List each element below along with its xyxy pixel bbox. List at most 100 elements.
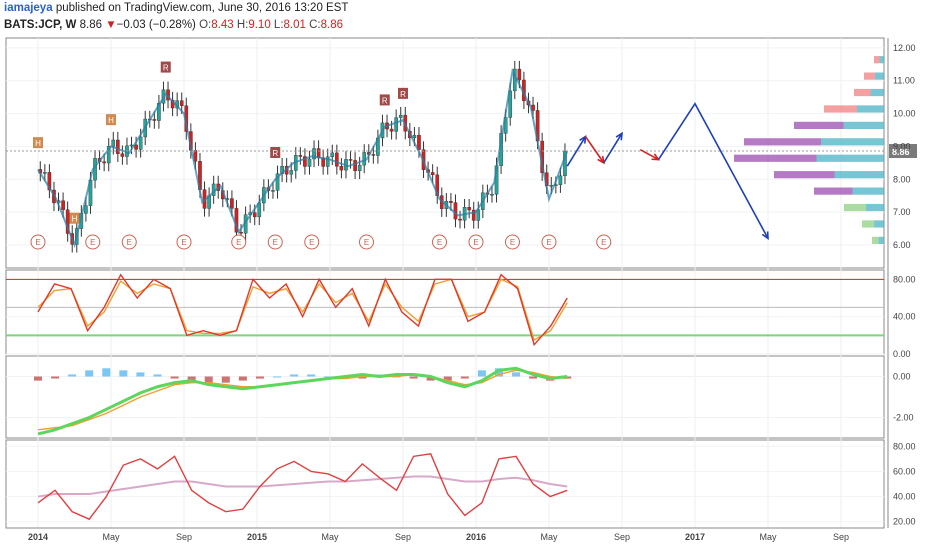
macd-histogram-bar <box>34 376 42 381</box>
volume-profile-bar <box>824 105 857 113</box>
earnings-marker-label: E <box>309 238 314 247</box>
earnings-marker-label: E <box>546 238 551 247</box>
signal-marker-label: R <box>163 64 169 73</box>
volume-profile-bar <box>774 171 835 179</box>
candle-body <box>394 117 398 132</box>
macd-histogram-bar <box>409 376 418 379</box>
pane-frame-price <box>5 37 885 269</box>
x-tick-label: 2014 <box>28 532 48 542</box>
pane-frame-osc <box>5 439 885 529</box>
candle-body <box>490 194 494 196</box>
volume-profile-bar <box>874 56 880 64</box>
earnings-marker-label: E <box>236 238 241 247</box>
volume-profile-bar <box>870 88 884 97</box>
volume-profile-bar <box>794 121 844 129</box>
volume-profile-bar <box>878 236 884 244</box>
y-tick-label: 8.00 <box>893 174 911 184</box>
earnings-marker-label: E <box>601 238 606 247</box>
y-tick-label: 10.00 <box>893 109 916 119</box>
candle-body <box>111 139 116 147</box>
candle-body <box>398 114 403 118</box>
x-tick-label: 2016 <box>466 532 486 542</box>
volume-profile-bar <box>816 154 884 162</box>
x-tick-label: 2015 <box>247 532 267 542</box>
y-tick-label: 7.00 <box>893 207 911 217</box>
volume-profile-bar <box>821 138 884 146</box>
candle-body <box>152 119 157 121</box>
candle-body <box>339 166 344 171</box>
volume-profile-bar <box>864 72 875 80</box>
volume-profile-bar <box>734 154 817 162</box>
y-tick-label: 12.00 <box>893 43 916 53</box>
candle-body <box>298 155 303 157</box>
candle-body <box>449 200 453 203</box>
x-tick-label: May <box>102 532 120 542</box>
signal-marker-label: H <box>108 116 114 125</box>
x-tick-label: 2017 <box>685 532 705 542</box>
macd-histogram-bar <box>290 374 299 377</box>
y-tick-label: 6.00 <box>893 240 911 250</box>
candle-body <box>371 154 376 156</box>
signal-marker-label: R <box>272 149 278 158</box>
macd-histogram-bar <box>153 374 162 377</box>
macd-histogram-bar <box>273 376 282 378</box>
y-tick-label: 60.00 <box>893 466 916 476</box>
signal-marker-label: R <box>400 90 406 99</box>
candle-body <box>120 153 125 157</box>
volume-profile-bar <box>875 72 884 80</box>
candle-body <box>517 68 522 81</box>
pane-frame-macd <box>5 355 885 439</box>
candle-body <box>412 134 417 139</box>
macd-histogram-bar <box>477 370 486 377</box>
earnings-marker-label: E <box>181 238 186 247</box>
volume-profile-bar <box>857 105 884 113</box>
candle-body <box>61 200 65 210</box>
candle-body <box>330 152 335 158</box>
earnings-marker-label: E <box>364 238 369 247</box>
candle-body <box>43 172 47 174</box>
macd-histogram-bar <box>460 376 469 379</box>
x-tick-label: Sep <box>176 532 192 542</box>
y-tick-label: 40.00 <box>893 492 916 502</box>
earnings-marker-label: E <box>273 238 278 247</box>
y-tick-label: 0.00 <box>893 349 911 359</box>
macd-histogram-bar <box>529 376 538 379</box>
y-tick-label: 80.00 <box>893 441 916 451</box>
candle-body <box>348 159 353 161</box>
candle-body <box>230 198 234 209</box>
volume-profile-bar <box>866 203 884 212</box>
candle-body <box>430 172 435 176</box>
candle-body <box>239 232 243 234</box>
macd-histogram-bar <box>255 376 264 379</box>
candle-body <box>362 152 367 166</box>
macd-histogram-bar <box>307 374 316 377</box>
macd-histogram-bar <box>68 374 77 377</box>
grid <box>5 37 885 529</box>
macd-histogram-bar <box>102 368 111 377</box>
x-tick-label: May <box>759 532 777 542</box>
earnings-marker-label: E <box>35 238 40 247</box>
candle-body <box>558 175 563 185</box>
signal-marker-label: R <box>382 96 388 105</box>
candle-body <box>307 158 312 167</box>
macd-histogram-bar <box>85 370 94 377</box>
candle-body <box>138 136 143 150</box>
y-tick-label: -2.00 <box>893 413 914 423</box>
candle-body <box>353 160 357 172</box>
volume-profile-bar <box>844 203 866 212</box>
y-tick-label: 20.00 <box>893 517 916 527</box>
volume-profile-bar <box>874 220 884 228</box>
y-tick-label: 11.00 <box>893 76 915 86</box>
volume-profile-bar <box>814 187 853 195</box>
x-tick-label: May <box>321 532 339 542</box>
candle-body <box>453 202 458 220</box>
y-tick-label: 40.00 <box>893 312 916 322</box>
volume-profile-bar <box>834 171 884 179</box>
macd-histogram-bar <box>119 370 128 377</box>
candle-body <box>357 164 362 172</box>
volume-profile-bar <box>843 121 884 129</box>
earnings-marker-label: E <box>437 238 442 247</box>
x-tick-label: Sep <box>395 532 411 542</box>
chart-canvas[interactable]: 8.86RRRRHHHE E E E E E E E E E E E E 2014 May Sep 2015 M… <box>0 0 932 550</box>
macd-histogram-bar <box>238 376 247 381</box>
